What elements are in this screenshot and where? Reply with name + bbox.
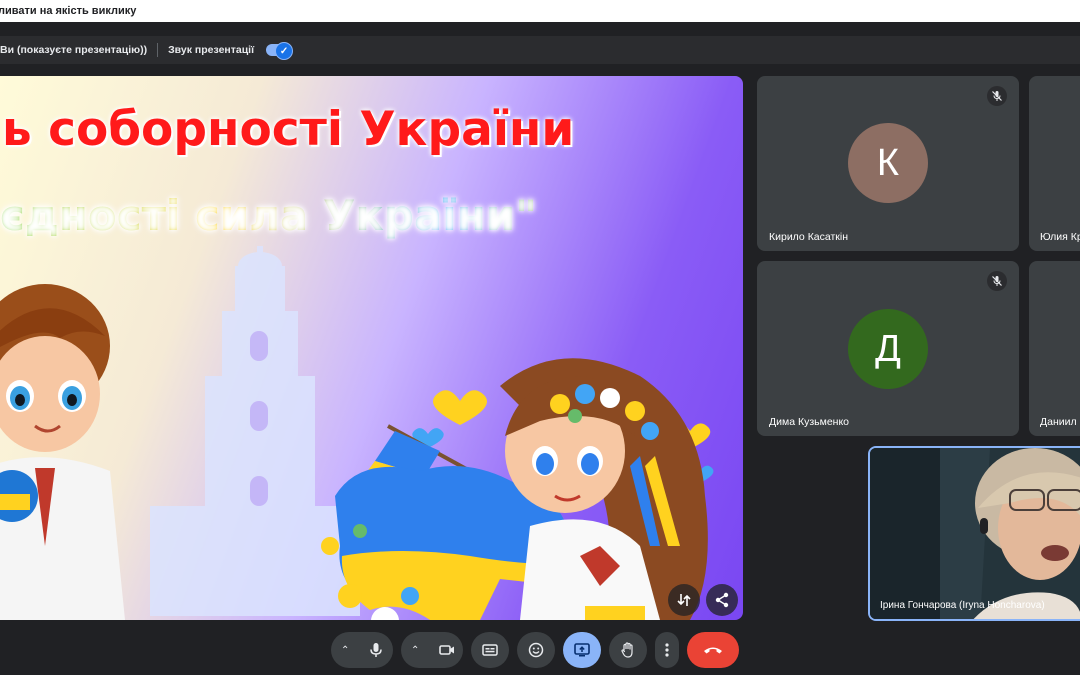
shared-presentation: ь соборності України єдності сила Україн… [0, 76, 743, 620]
emoji-reaction-button[interactable] [517, 632, 555, 668]
avatar: К [848, 123, 928, 203]
emoji-icon [528, 642, 544, 658]
swap-icon [677, 594, 691, 606]
slide-title: ь соборності України [2, 102, 575, 157]
divider [157, 43, 159, 57]
microphone-icon[interactable] [369, 642, 383, 658]
participant-tile[interactable]: К Кирило Касаткін [757, 76, 1019, 251]
participant-tile[interactable]: Даниил [1029, 261, 1080, 436]
participant-name: Кирило Касаткін [769, 231, 849, 243]
swap-layout-button[interactable] [668, 584, 700, 616]
captions-icon [482, 644, 498, 656]
more-options-icon [665, 643, 669, 657]
chevron-up-icon[interactable]: ⌃ [411, 645, 419, 656]
participant-name: Даниил [1040, 416, 1077, 428]
share-icon [715, 592, 729, 608]
self-view-video [870, 448, 1080, 619]
raise-hand-button[interactable] [609, 632, 647, 668]
mic-off-icon [987, 271, 1007, 291]
more-options-button[interactable] [655, 632, 679, 668]
chevron-up-icon[interactable]: ⌃ [341, 645, 349, 656]
self-view-name: Ірина Гончарова (Iryna Honcharova) [880, 600, 1045, 611]
presenting-status-text: Ви (показуєте презентацію)) [0, 44, 148, 56]
end-call-icon [704, 647, 722, 654]
presentation-info-bar: Ви (показуєте презентацію)) Звук презент… [0, 36, 1080, 64]
present-now-button[interactable] [563, 632, 601, 668]
slide-illustration [0, 246, 714, 620]
participant-tile[interactable]: Д Дима Кузьменко [757, 261, 1019, 436]
presentation-sound-toggle[interactable]: ✓ [266, 42, 294, 60]
participant-name: Дима Кузьменко [769, 416, 850, 428]
slide-subtitle: єдності сила України" [0, 191, 743, 240]
camera-icon[interactable] [439, 644, 455, 656]
raise-hand-icon [621, 642, 633, 658]
participant-name: Юлия Кр [1040, 231, 1080, 243]
participant-tile[interactable]: Юлия Кр [1029, 76, 1080, 251]
leave-call-button[interactable] [687, 632, 739, 668]
microphone-group: ⌃ [331, 632, 393, 668]
mic-off-icon [987, 86, 1007, 106]
share-button[interactable] [706, 584, 738, 616]
call-quality-banner-text: ливати на якість виклику [0, 5, 137, 17]
captions-button[interactable] [471, 632, 509, 668]
self-view-tile[interactable]: Ірина Гончарова (Iryna Honcharova) [868, 446, 1080, 621]
avatar: Д [848, 309, 928, 389]
call-quality-banner: ливати на якість виклику [0, 0, 1080, 22]
camera-group: ⌃ [401, 632, 463, 668]
call-controls-bar: ⌃ ⌃ [0, 632, 1080, 668]
presentation-sound-label: Звук презентації [168, 44, 255, 56]
present-screen-icon [574, 643, 590, 657]
check-icon: ✓ [275, 42, 294, 60]
